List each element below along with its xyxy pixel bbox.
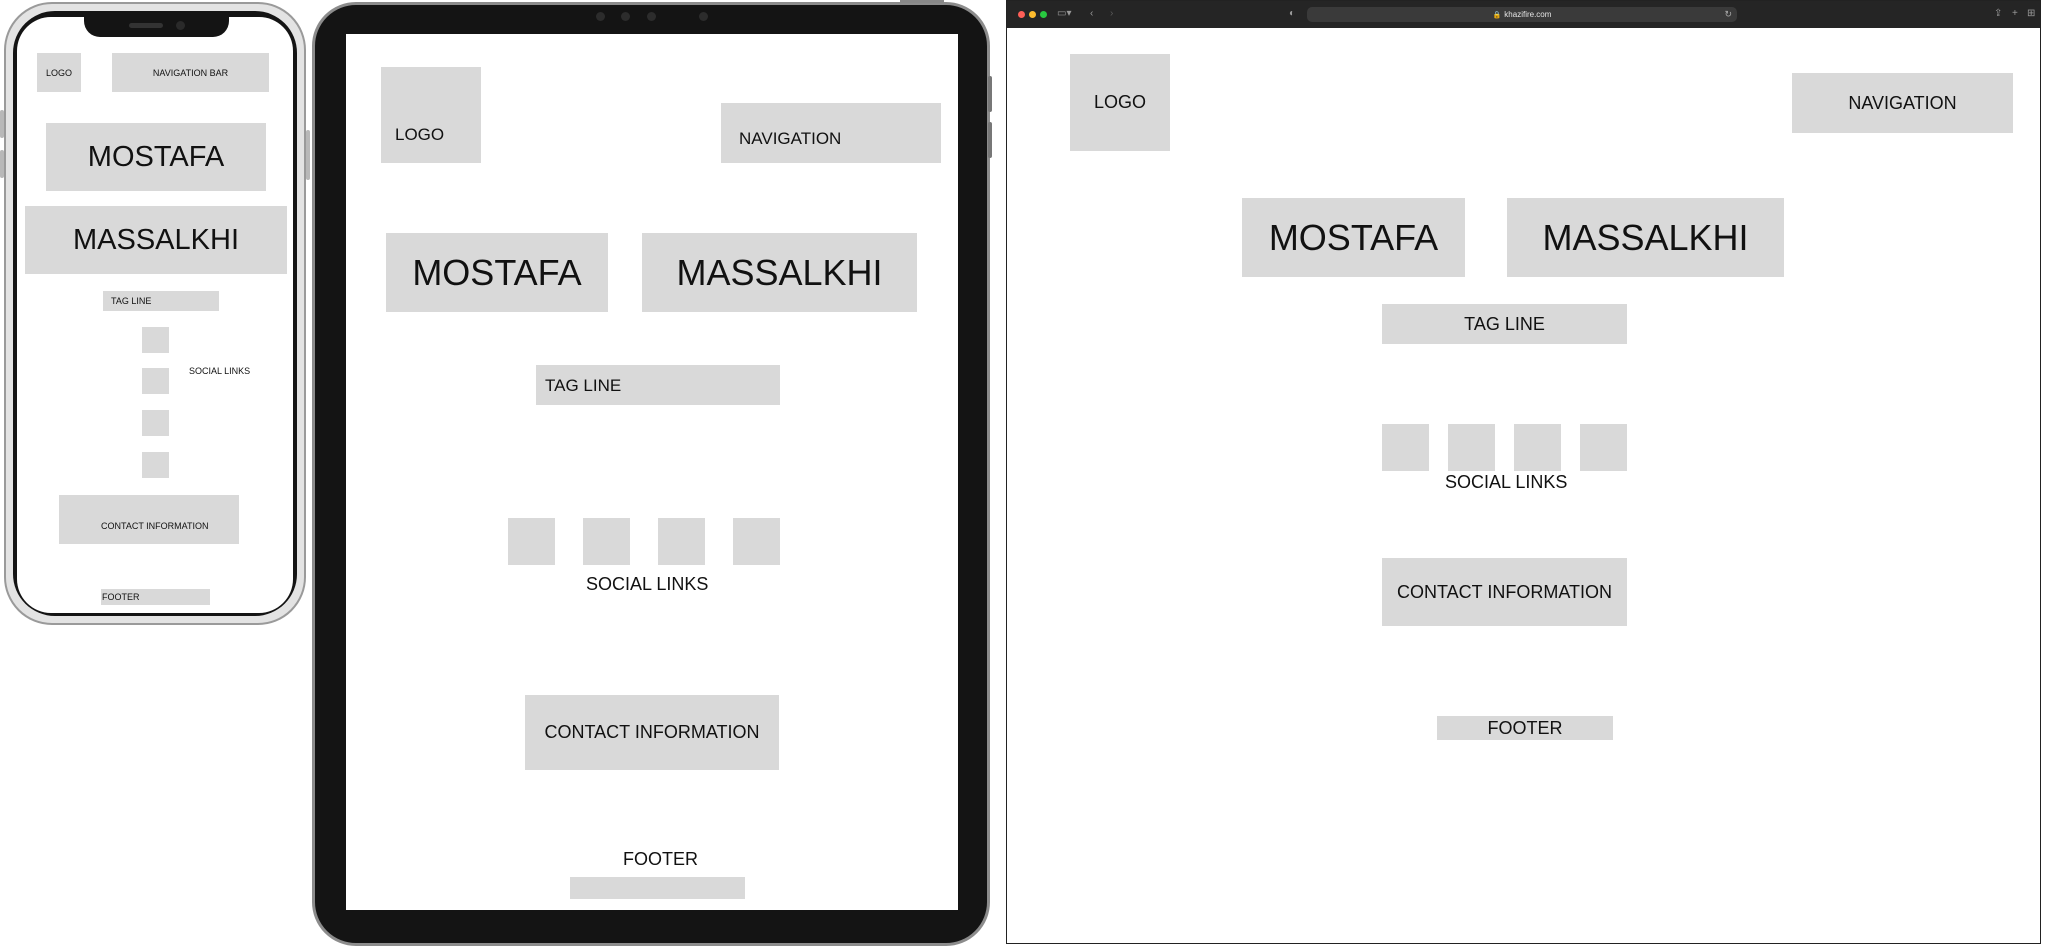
phone-nav-bar[interactable]: NAVIGATION BAR (112, 53, 269, 92)
tablet-side-button (988, 122, 992, 158)
zoom-window-button[interactable] (1040, 11, 1047, 18)
phone-social-link-2[interactable] (142, 368, 169, 394)
phone-social-link-4[interactable] (142, 452, 169, 478)
phone-footer-text: FOOTER (102, 592, 140, 602)
tablet-contact-text: CONTACT INFORMATION (544, 722, 760, 742)
phone-social-link-3[interactable] (142, 410, 169, 436)
phone-name-first-text: MOSTAFA (87, 140, 225, 173)
camera-icon (699, 12, 708, 21)
minimize-window-button[interactable] (1029, 11, 1036, 18)
phone-name-last: MASSALKHI (25, 206, 287, 274)
browser-toolbar: ▭▾ ‹ › ◐ 🔒 khazifire.com ↻ ⇪ + ⊞ (1007, 1, 2040, 28)
lock-icon: 🔒 (1492, 11, 1502, 19)
close-window-button[interactable] (1018, 11, 1025, 18)
phone-social-label: SOCIAL LINKS (189, 366, 251, 376)
desktop-logo-label: LOGO (1093, 92, 1146, 112)
tablet-footer-label: FOOTER (623, 849, 698, 869)
desktop-name-last: MASSALKHI (1507, 198, 1784, 277)
camera-icon (647, 12, 656, 21)
phone-name-first: MOSTAFA (46, 123, 266, 191)
speaker-icon (129, 23, 163, 28)
phone-contact: CONTACT INFORMATION (59, 495, 239, 544)
desktop-social-link-2[interactable] (1448, 424, 1495, 471)
phone-tagline-text: TAG LINE (111, 296, 152, 306)
address-bar[interactable]: 🔒 khazifire.com ↻ (1307, 7, 1737, 22)
tablet-tagline: TAG LINE (536, 365, 780, 405)
desktop-contact: CONTACT INFORMATION (1382, 558, 1627, 626)
desktop-social-link-3[interactable] (1514, 424, 1561, 471)
phone-tagline: TAG LINE (103, 291, 219, 311)
phone-name-last-text: MASSALKHI (73, 223, 239, 256)
tablet-contact: CONTACT INFORMATION (525, 695, 779, 770)
reload-icon[interactable]: ↻ (1724, 9, 1732, 20)
desktop-tagline: TAG LINE (1382, 304, 1627, 344)
tablet-social-link-1[interactable] (508, 518, 555, 565)
back-icon[interactable]: ‹ (1090, 8, 1093, 20)
tablet-screen (346, 34, 958, 910)
sidebar-icon[interactable]: ▭▾ (1057, 8, 1071, 20)
desktop-tagline-text: TAG LINE (1464, 313, 1545, 334)
desktop-name-first-text: MOSTAFA (1268, 216, 1439, 258)
phone-logo[interactable]: LOGO (37, 53, 81, 92)
tablet-side-button (988, 76, 992, 112)
phone-logo-label: LOGO (45, 67, 72, 78)
tabs-overview-icon[interactable]: ⊞ (2027, 8, 2035, 20)
phone-notch (84, 17, 229, 37)
new-tab-icon[interactable]: + (2012, 8, 2018, 20)
camera-icon (176, 21, 185, 30)
desktop-nav-label: NAVIGATION (1848, 92, 1957, 113)
desktop-footer-text: FOOTER (1487, 717, 1563, 738)
desktop-logo[interactable]: LOGO (1070, 54, 1170, 151)
tablet-social-link-3[interactable] (658, 518, 705, 565)
tablet-tagline-text: TAG LINE (545, 376, 622, 395)
tablet-nav[interactable]: NAVIGATION (721, 103, 941, 163)
camera-icon (621, 12, 630, 21)
tablet-footer (570, 877, 745, 899)
tablet-social-link-4[interactable] (733, 518, 780, 565)
camera-icon (596, 12, 605, 21)
shield-icon[interactable]: ◐ (1289, 8, 1295, 20)
tablet-name-first: MOSTAFA (386, 233, 608, 312)
phone-footer: FOOTER (101, 589, 210, 605)
phone-social-link-1[interactable] (142, 327, 169, 353)
share-icon[interactable]: ⇪ (1994, 8, 2002, 20)
tablet-name-first-text: MOSTAFA (412, 251, 582, 293)
desktop-social-label: SOCIAL LINKS (1445, 472, 1568, 492)
tablet-logo-label: LOGO (395, 125, 445, 144)
forward-icon[interactable]: › (1110, 8, 1113, 20)
desktop-name-last-text: MASSALKHI (1542, 216, 1749, 258)
desktop-nav[interactable]: NAVIGATION (1792, 73, 2013, 133)
tablet-name-last-text: MASSALKHI (676, 251, 883, 293)
phone-contact-text: CONTACT INFORMATION (101, 521, 209, 531)
desktop-social-link-4[interactable] (1580, 424, 1627, 471)
desktop-footer: FOOTER (1437, 716, 1613, 740)
tablet-social-link-2[interactable] (583, 518, 630, 565)
tablet-nav-label: NAVIGATION (739, 129, 842, 148)
phone-power-button (306, 130, 310, 180)
phone-nav-label: NAVIGATION BAR (152, 67, 229, 78)
address-text: khazifire.com (1504, 10, 1552, 19)
tablet-top-button (900, 0, 944, 3)
tablet-name-last: MASSALKHI (642, 233, 917, 312)
desktop-social-link-1[interactable] (1382, 424, 1429, 471)
tablet-logo[interactable]: LOGO (381, 67, 481, 163)
desktop-contact-text: CONTACT INFORMATION (1397, 581, 1612, 602)
desktop-name-first: MOSTAFA (1242, 198, 1465, 277)
tablet-social-label: SOCIAL LINKS (586, 574, 709, 594)
